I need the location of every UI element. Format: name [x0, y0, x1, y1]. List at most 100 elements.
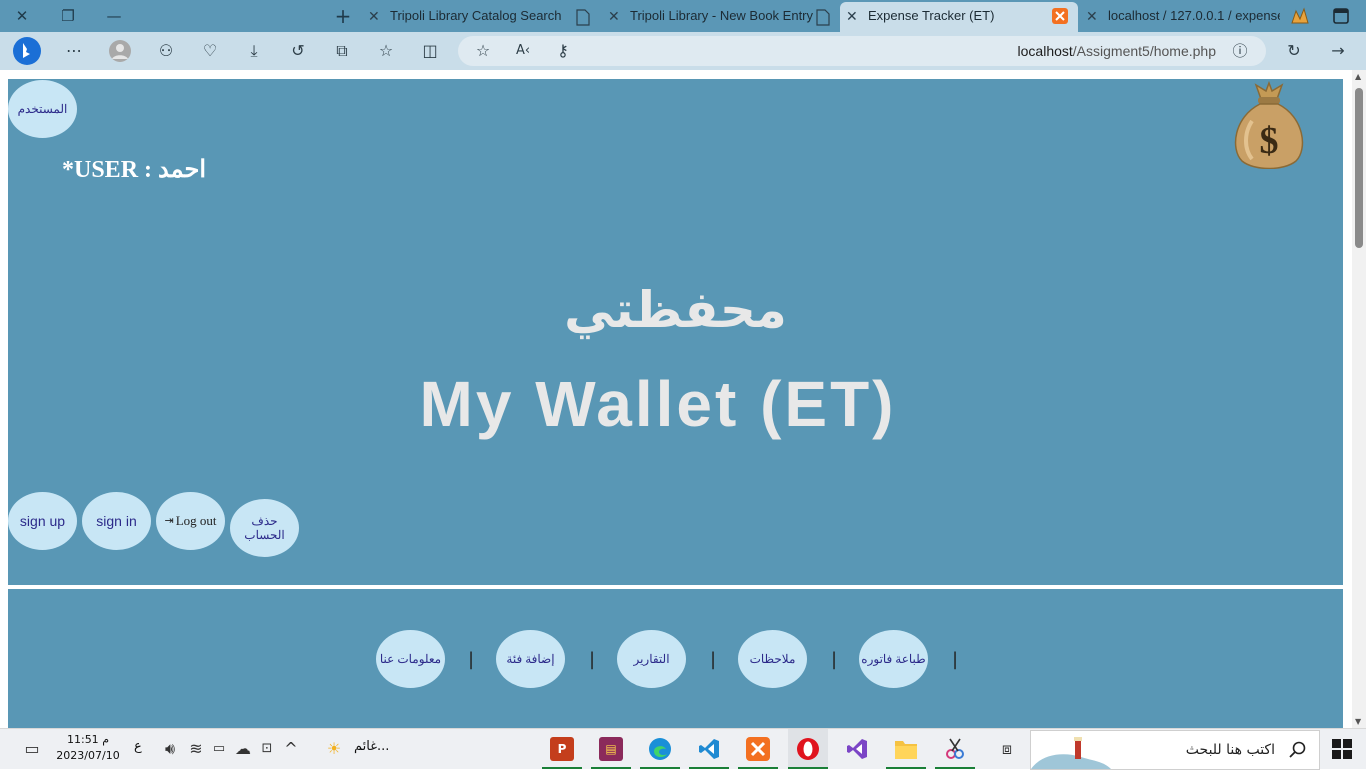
opera-icon[interactable]	[796, 737, 820, 761]
tab-close-icon[interactable]: ✕	[368, 2, 380, 30]
search-placeholder: اكتب هنا للبحث	[1185, 742, 1275, 758]
nav-separator: |	[589, 649, 596, 670]
nav-separator: |	[468, 649, 475, 670]
search-icon	[1289, 741, 1306, 758]
favorites-icon[interactable]: ☆	[374, 39, 398, 63]
vertical-scrollbar[interactable]: ▲ ▼	[1352, 70, 1366, 728]
winrar-icon[interactable]: ▤	[599, 737, 623, 761]
split-screen-icon[interactable]: ◫	[418, 39, 442, 63]
taskbar-running-indicator	[886, 767, 926, 769]
show-hidden-icons[interactable]: ^	[279, 737, 303, 761]
wallet-title-arabic: محفظتي	[564, 281, 787, 339]
nav-separator: |	[952, 649, 959, 670]
taskbar-search-box[interactable]: اكتب هنا للبحث	[1030, 730, 1320, 770]
nav-about-us[interactable]: معلومات عنا	[376, 630, 445, 688]
taskbar-running-indicator	[935, 767, 975, 769]
address-bar[interactable]: ☆ A‹ ⚷ localhost/Assigment5/home.php ⓘ	[458, 36, 1266, 66]
browser-titlebar: ✕ ❐ — + ✕ Tripoli Library Catalog Search…	[0, 0, 1366, 32]
taskbar-running-indicator	[591, 767, 631, 769]
tab-close-icon[interactable]: ✕	[1086, 2, 1098, 30]
taskbar-running-indicator	[788, 767, 828, 769]
nav-reports[interactable]: التقارير	[617, 630, 686, 688]
vscode-icon[interactable]	[697, 737, 721, 761]
browser-toolbar: ⋯ ⚇ ♡ ⤓ ↺ ⧉ ☆ ◫ ☆ A‹ ⚷ localhost/Assigme…	[0, 32, 1366, 70]
onedrive-icon[interactable]: ☁︎	[231, 737, 255, 761]
collections-icon[interactable]: ⧉	[330, 39, 354, 63]
add-favorite-icon[interactable]: ☆	[471, 39, 495, 63]
battery-icon[interactable]: ▭	[207, 737, 231, 761]
user-button[interactable]: المستخدم	[8, 80, 77, 138]
url-text[interactable]: localhost/Assigment5/home.php	[1018, 36, 1216, 66]
nav-add-category[interactable]: إضافة فئة	[496, 630, 565, 688]
task-view-icon[interactable]: ⧈	[995, 737, 1019, 761]
sign-in-button[interactable]: sign in	[82, 492, 151, 550]
scrollbar-thumb[interactable]	[1355, 88, 1363, 248]
wallet-title-english: My Wallet (ET)	[419, 368, 897, 440]
taskbar-running-indicator	[689, 767, 729, 769]
page-icon	[816, 9, 830, 26]
minimize-window-icon[interactable]: —	[94, 0, 134, 32]
tab-actions-icon[interactable]	[1332, 7, 1350, 25]
restore-window-icon[interactable]: ❐	[48, 0, 88, 32]
weather-text[interactable]: غائم...	[354, 739, 389, 754]
tab-new-book-entry[interactable]: ✕ Tripoli Library - New Book Entry	[602, 2, 836, 32]
extensions-icon[interactable]: ⚇	[154, 39, 178, 63]
device-icon[interactable]: ⊡	[255, 737, 279, 761]
weather-icon[interactable]: ☀︎	[322, 737, 346, 761]
money-bag-icon: $	[1234, 81, 1304, 169]
edge-icon[interactable]	[648, 737, 672, 761]
notifications-icon[interactable]: ▭	[20, 737, 44, 761]
clock[interactable]: 11:51 م 2023/07/10	[52, 732, 124, 764]
downloads-icon[interactable]: ⤓	[242, 39, 266, 63]
tab-catalog-search[interactable]: ✕ Tripoli Library Catalog Search	[362, 2, 598, 32]
snipping-tool-icon[interactable]	[943, 737, 967, 761]
input-language[interactable]: ع	[134, 739, 142, 754]
scroll-down-icon[interactable]: ▼	[1355, 717, 1361, 726]
phpmyadmin-icon	[1291, 7, 1309, 24]
more-options-icon[interactable]: ⋯	[62, 39, 86, 63]
taskbar-running-indicator	[640, 767, 680, 769]
taskbar-running-indicator	[542, 767, 582, 769]
nav-separator: |	[831, 649, 838, 670]
nav-notes[interactable]: ملاحظات	[738, 630, 807, 688]
tab-close-icon[interactable]: ✕	[608, 2, 620, 30]
key-icon[interactable]: ⚷	[551, 39, 575, 63]
scroll-up-icon[interactable]: ▲	[1355, 72, 1361, 81]
history-icon[interactable]: ↺	[286, 39, 310, 63]
xampp-taskbar-icon[interactable]	[746, 737, 770, 761]
tab-expense-tracker[interactable]: ✕ Expense Tracker (ET)	[840, 2, 1078, 32]
delete-account-button[interactable]: حذف الحساب	[230, 499, 299, 557]
search-highlight-image	[1031, 737, 1111, 769]
nav-separator: |	[710, 649, 717, 670]
xampp-icon	[1052, 8, 1068, 24]
forward-icon[interactable]: →	[1326, 39, 1350, 63]
refresh-icon[interactable]: ↻	[1282, 39, 1306, 63]
wifi-icon[interactable]: ≋	[184, 737, 208, 761]
log-out-button[interactable]: ⇥ Log out	[156, 492, 225, 550]
browser-essentials-icon[interactable]: ♡	[198, 39, 222, 63]
windows-start-icon[interactable]	[1332, 739, 1352, 759]
visual-studio-icon[interactable]	[845, 737, 869, 761]
volume-icon[interactable]: 🔊︎	[158, 737, 182, 761]
close-window-icon[interactable]: ✕	[2, 0, 42, 32]
sign-out-icon: ⇥	[164, 515, 174, 527]
powerpoint-icon[interactable]: P	[550, 737, 574, 761]
taskbar-running-indicator	[738, 767, 778, 769]
profile-avatar-icon[interactable]	[108, 39, 132, 63]
page-content: المستخدم *USER : احمد $ محفظتي My Wallet…	[0, 70, 1352, 728]
footer-nav-section: معلومات عنا | إضافة فئة | التقارير | ملا…	[8, 589, 1343, 728]
site-info-icon[interactable]: ⓘ	[1228, 39, 1252, 63]
new-tab-icon[interactable]: +	[323, 0, 363, 32]
file-explorer-icon[interactable]	[894, 738, 918, 760]
tab-close-icon[interactable]: ✕	[846, 2, 858, 30]
read-aloud-icon[interactable]: A‹	[511, 39, 535, 63]
nav-print-invoice[interactable]: طباعة فاتوره	[859, 630, 928, 688]
page-icon	[576, 9, 590, 26]
windows-taskbar: ▭ 11:51 م 2023/07/10 ع 🔊︎ ≋ ▭ ☁︎ ⊡ ^ ☀︎ …	[0, 728, 1366, 770]
user-label: *USER : احمد	[62, 157, 206, 183]
bing-icon[interactable]	[12, 36, 42, 66]
tab-phpmyadmin[interactable]: ✕ localhost / 127.0.0.1 / expenses	[1080, 2, 1280, 32]
hero-section: المستخدم *USER : احمد $ محفظتي My Wallet…	[8, 79, 1343, 585]
sign-up-button[interactable]: sign up	[8, 492, 77, 550]
svg-text:$: $	[1260, 120, 1279, 162]
